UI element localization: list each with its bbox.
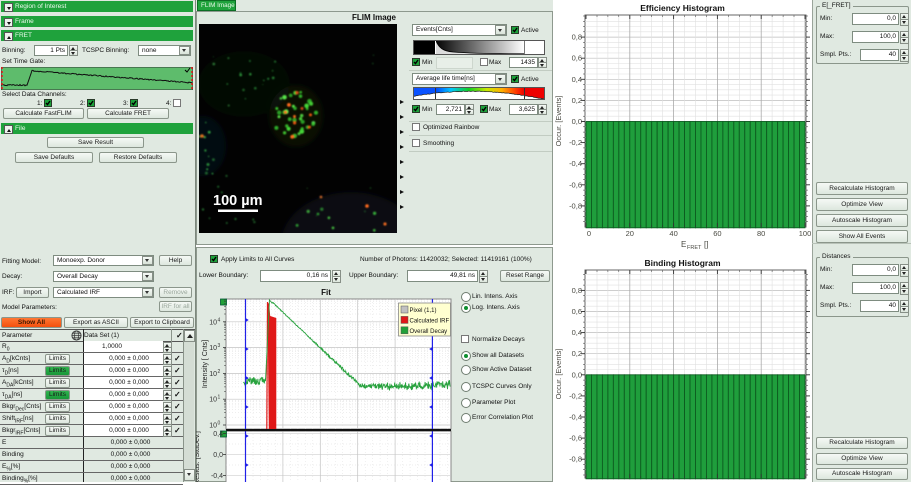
svg-text:Binding Histogram: Binding Histogram <box>644 258 720 268</box>
svg-text:10: 10 <box>209 319 217 326</box>
svg-text:FRET: FRET <box>687 245 702 251</box>
svg-text:10: 10 <box>209 345 217 352</box>
svg-text:Occur. [Events]: Occur. [Events] <box>554 349 563 400</box>
svg-text:Overall Decay: Overall Decay <box>410 329 448 335</box>
svg-text:Intensity [ Cnts]: Intensity [ Cnts] <box>202 340 209 388</box>
svg-text:-0,8: -0,8 <box>569 455 582 464</box>
svg-text:-0,2: -0,2 <box>569 138 582 147</box>
svg-text:100 µm: 100 µm <box>213 193 262 209</box>
svg-text:1: 1 <box>218 395 221 401</box>
svg-text:0,2: 0,2 <box>572 349 582 358</box>
svg-text:0: 0 <box>218 421 221 427</box>
svg-text:0,8: 0,8 <box>572 33 582 42</box>
svg-text:2: 2 <box>218 369 221 375</box>
svg-text:0,2: 0,2 <box>572 96 582 105</box>
svg-text:0,4: 0,4 <box>213 431 223 438</box>
svg-text:0,8: 0,8 <box>572 286 582 295</box>
svg-text:Resids. [StdDev.]: Resids. [StdDev.] <box>196 431 201 482</box>
svg-text:0: 0 <box>587 229 591 238</box>
svg-text:100: 100 <box>799 229 812 238</box>
svg-text:10: 10 <box>209 423 217 430</box>
svg-text:-0,4: -0,4 <box>569 413 582 422</box>
svg-text:-0,4: -0,4 <box>569 159 582 168</box>
svg-text:Pixel (1,1): Pixel (1,1) <box>410 308 437 314</box>
svg-text:[]: [] <box>704 240 708 249</box>
svg-text:-0,8: -0,8 <box>569 201 582 210</box>
svg-text:E: E <box>681 240 686 249</box>
svg-text:20: 20 <box>626 229 634 238</box>
svg-text:0,6: 0,6 <box>572 54 582 63</box>
svg-text:Occur. [Events]: Occur. [Events] <box>554 96 563 147</box>
svg-text:3: 3 <box>218 343 221 349</box>
svg-text:40: 40 <box>669 229 677 238</box>
svg-text:Efficiency Histogram: Efficiency Histogram <box>640 3 725 13</box>
svg-text:4: 4 <box>218 317 221 323</box>
svg-text:80: 80 <box>757 229 765 238</box>
svg-text:10: 10 <box>209 397 217 404</box>
svg-text:10: 10 <box>209 371 217 378</box>
svg-text:-0,6: -0,6 <box>569 180 582 189</box>
svg-text:-0,2: -0,2 <box>569 391 582 400</box>
svg-text:60: 60 <box>713 229 721 238</box>
svg-text:-0,4: -0,4 <box>211 473 223 480</box>
svg-text:0,4: 0,4 <box>572 75 582 84</box>
svg-text:0,0: 0,0 <box>572 117 582 126</box>
svg-text:-0,6: -0,6 <box>569 434 582 443</box>
svg-text:0,6: 0,6 <box>572 307 582 316</box>
svg-text:0,0: 0,0 <box>213 452 223 459</box>
svg-text:Calculated IRF: Calculated IRF <box>410 319 450 325</box>
svg-text:0,0: 0,0 <box>572 370 582 379</box>
svg-text:0,4: 0,4 <box>572 328 582 337</box>
